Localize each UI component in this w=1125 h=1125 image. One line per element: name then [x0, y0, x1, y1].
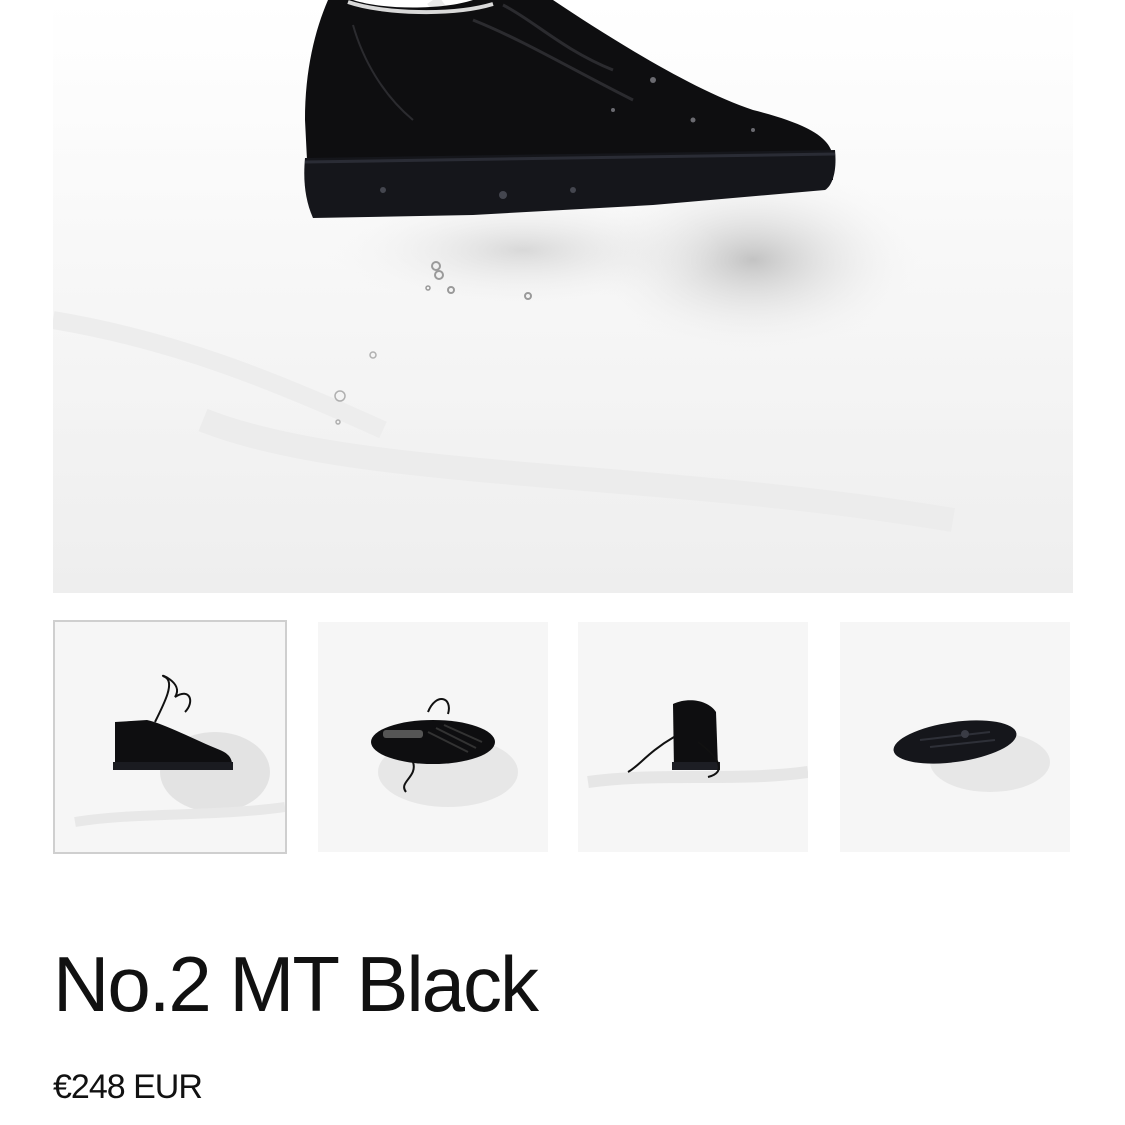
thumbnail-2[interactable]: [318, 622, 548, 852]
thumbnail-3[interactable]: [578, 622, 808, 852]
sneaker-top-view-icon: [371, 698, 518, 807]
sneaker-back-view-icon: [587, 700, 808, 788]
sneaker-sole-view-icon: [893, 720, 1050, 792]
product-page: No.2 MT Black €248 EUR: [0, 0, 1125, 1125]
thumbnail-strip: [53, 620, 1073, 854]
thumbnail-1[interactable]: [53, 620, 287, 854]
main-product-image[interactable]: [53, 0, 1073, 593]
product-price: €248 EUR: [53, 1068, 203, 1106]
product-title: No.2 MT Black: [53, 940, 539, 1028]
thumbnail-4[interactable]: [840, 622, 1070, 852]
sneaker-side-view-icon: [74, 674, 285, 827]
black-sneaker-side-view-image: [53, 0, 1073, 593]
